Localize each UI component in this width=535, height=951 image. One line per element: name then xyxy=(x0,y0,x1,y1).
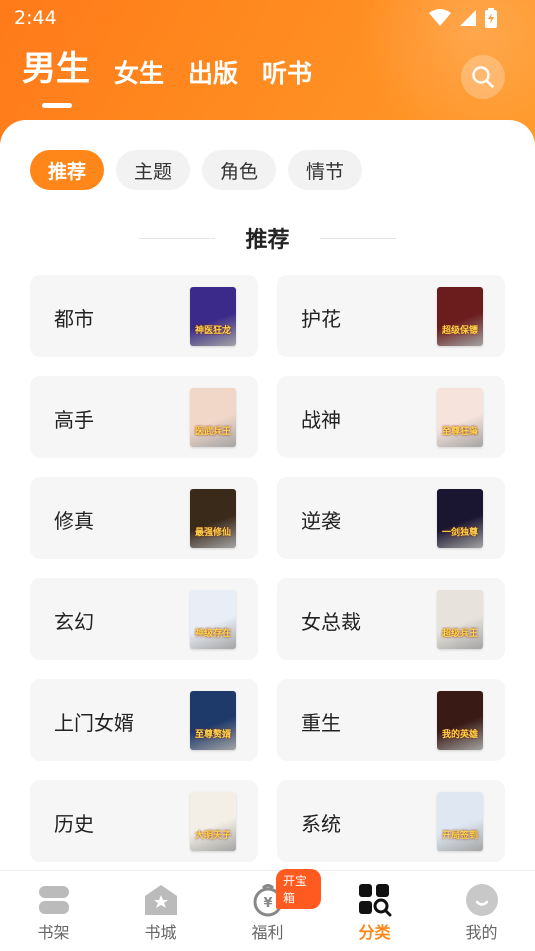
tab-label: 男生 xyxy=(22,49,90,89)
category-card[interactable]: 上门女婿至尊赘婿 xyxy=(30,679,258,761)
cover-title: 神医狂龙 xyxy=(194,326,231,336)
tab-audiobook[interactable]: 听书 xyxy=(262,61,312,86)
nav-label: 我的 xyxy=(465,923,498,942)
nav-label: 书架 xyxy=(37,923,70,942)
book-cover: 一剑独尊 xyxy=(437,489,483,548)
bookshelf-icon xyxy=(37,883,71,917)
cover-title: 开局签到 xyxy=(441,831,478,841)
divider-right xyxy=(319,237,396,239)
chip-character[interactable]: 角色 xyxy=(202,150,277,190)
book-cover: 医武兵王 xyxy=(190,388,236,447)
category-card[interactable]: 高手医武兵王 xyxy=(30,376,258,458)
svg-text:¥: ¥ xyxy=(263,896,272,911)
bottom-nav: 书架 书城 开宝箱 ¥ 福利 分类 我的 xyxy=(0,869,535,951)
nav-label: 书城 xyxy=(144,923,177,942)
category-card[interactable]: 都市神医狂龙 xyxy=(30,275,258,357)
filter-chips: 推荐 主题 角色 情节 xyxy=(30,150,363,190)
book-cover: 超级兵王 xyxy=(437,590,483,649)
category-card[interactable]: 玄幻神级存在 xyxy=(30,578,258,660)
store-icon xyxy=(144,883,178,917)
chip-recommend[interactable]: 推荐 xyxy=(30,150,105,190)
book-cover: 超级保镖 xyxy=(437,287,483,346)
tab-female[interactable]: 女生 xyxy=(114,61,164,86)
cover-title: 超级兵王 xyxy=(441,629,478,639)
cover-title: 至尊狂枭 xyxy=(441,427,478,437)
profile-icon xyxy=(465,883,499,917)
category-card[interactable]: 系统开局签到 xyxy=(277,780,505,862)
category-label: 系统 xyxy=(301,812,341,836)
nav-profile[interactable]: 我的 xyxy=(428,871,535,951)
status-icons xyxy=(429,8,497,28)
category-label: 玄幻 xyxy=(54,610,94,634)
category-icon xyxy=(358,883,392,917)
wifi-icon xyxy=(429,9,451,26)
category-card[interactable]: 修真最强修仙 xyxy=(30,477,258,559)
category-label: 重生 xyxy=(301,711,341,735)
category-card[interactable]: 女总裁超级兵王 xyxy=(277,578,505,660)
category-label: 女总裁 xyxy=(301,610,361,634)
category-label: 高手 xyxy=(54,408,94,432)
category-label: 修真 xyxy=(54,509,94,533)
cover-title: 至尊赘婿 xyxy=(194,730,231,740)
book-cover: 开局签到 xyxy=(437,792,483,851)
divider-left xyxy=(139,237,216,239)
signal-icon xyxy=(460,10,476,26)
nav-bookshelf[interactable]: 书架 xyxy=(0,871,107,951)
cover-title: 大明天子 xyxy=(194,831,231,841)
book-cover: 大明天子 xyxy=(190,792,236,851)
category-label: 上门女婿 xyxy=(54,711,134,735)
nav-welfare[interactable]: 开宝箱 ¥ 福利 xyxy=(214,869,321,951)
book-cover: 至尊赘婿 xyxy=(190,691,236,750)
book-cover: 至尊狂枭 xyxy=(437,388,483,447)
book-cover: 神级存在 xyxy=(190,590,236,649)
category-card[interactable]: 战神至尊狂枭 xyxy=(277,376,505,458)
treasure-badge: 开宝箱 xyxy=(276,869,321,909)
cover-title: 我的英雄 xyxy=(441,730,478,740)
category-card[interactable]: 历史大明天子 xyxy=(30,780,258,862)
status-time: 2:44 xyxy=(14,7,57,29)
cover-title: 神级存在 xyxy=(194,629,231,639)
book-cover: 最强修仙 xyxy=(190,489,236,548)
tab-male[interactable]: 男生 xyxy=(22,49,90,108)
category-label: 逆袭 xyxy=(301,509,341,533)
cover-title: 最强修仙 xyxy=(194,528,231,538)
tab-publish[interactable]: 出版 xyxy=(188,61,238,86)
category-grid: 都市神医狂龙 护花超级保镖 高手医武兵王 战神至尊狂枭 修真最强修仙 逆袭一剑独… xyxy=(30,275,505,862)
search-icon xyxy=(472,66,494,88)
active-tab-indicator xyxy=(42,103,72,108)
cover-title: 超级保镖 xyxy=(441,326,478,336)
category-label: 护花 xyxy=(301,307,341,331)
category-card[interactable]: 逆袭一剑独尊 xyxy=(277,477,505,559)
category-label: 战神 xyxy=(301,408,341,432)
nav-label: 福利 xyxy=(251,923,284,942)
cover-title: 一剑独尊 xyxy=(441,528,478,538)
status-bar: 2:44 xyxy=(0,0,535,36)
section-title: 推荐 xyxy=(245,228,290,253)
book-cover: 神医狂龙 xyxy=(190,287,236,346)
category-label: 历史 xyxy=(54,812,94,836)
category-label: 都市 xyxy=(54,307,94,331)
top-tabs: 男生 女生 出版 听书 xyxy=(22,49,312,108)
category-panel: 推荐 主题 角色 情节 推荐 都市神医狂龙 护花超级保镖 高手医武兵王 战神至尊… xyxy=(0,120,535,870)
nav-label: 分类 xyxy=(358,923,391,942)
section-header: 推荐 xyxy=(0,222,535,254)
chip-theme[interactable]: 主题 xyxy=(116,150,191,190)
chip-plot[interactable]: 情节 xyxy=(288,150,363,190)
search-button[interactable] xyxy=(461,55,505,99)
book-cover: 我的英雄 xyxy=(437,691,483,750)
nav-store[interactable]: 书城 xyxy=(107,871,214,951)
cover-title: 医武兵王 xyxy=(194,427,231,437)
nav-category[interactable]: 分类 xyxy=(321,871,428,951)
category-card[interactable]: 护花超级保镖 xyxy=(277,275,505,357)
battery-icon xyxy=(485,8,497,28)
category-card[interactable]: 重生我的英雄 xyxy=(277,679,505,761)
